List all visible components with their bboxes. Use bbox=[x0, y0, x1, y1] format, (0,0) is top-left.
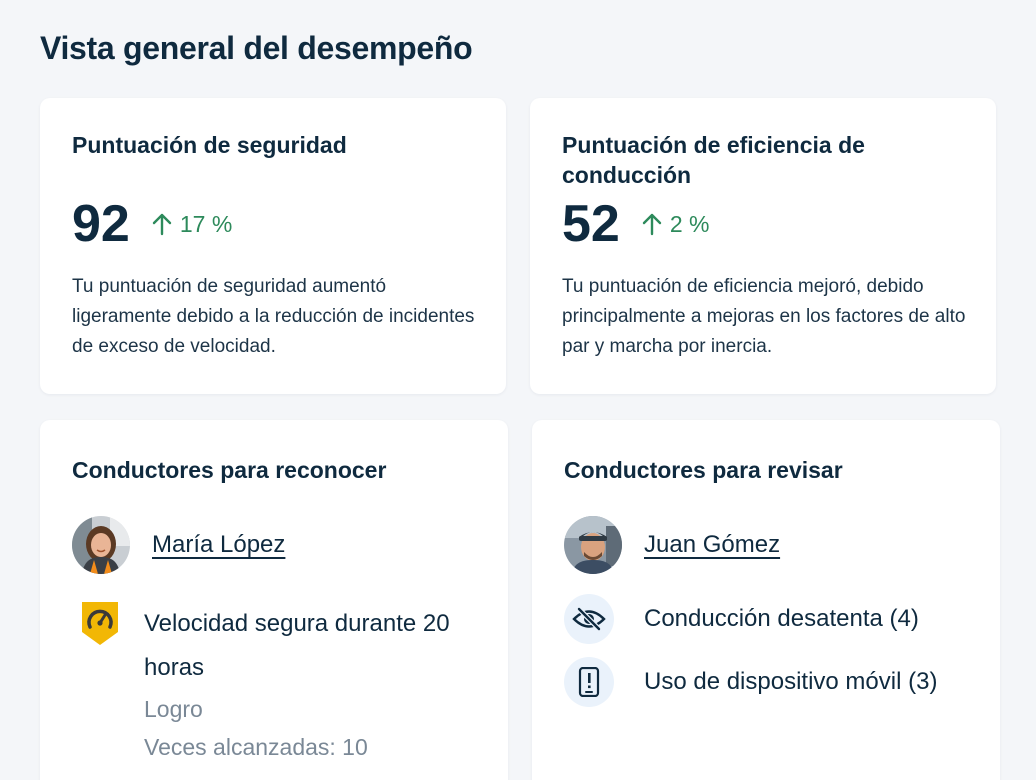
efficiency-score-description: Tu puntuación de eficiencia mejoró, debi… bbox=[562, 276, 966, 357]
efficiency-score-title: Puntuación de eficiencia de conducción bbox=[562, 132, 865, 188]
eye-slash-icon bbox=[564, 594, 614, 644]
driver-name-link[interactable]: Juan Gómez bbox=[644, 531, 780, 559]
avatar bbox=[72, 516, 130, 574]
issue-label: Uso de dispositivo móvil (3) bbox=[644, 668, 938, 695]
achievement-type: Logro bbox=[144, 696, 203, 722]
efficiency-score-change: 2 % bbox=[669, 210, 710, 237]
achievement-count: Veces alcanzadas: 10 bbox=[144, 734, 368, 760]
achievement: Velocidad segura durante 20 horas Logro … bbox=[80, 602, 454, 766]
safety-score-row: 92 17 % bbox=[72, 196, 232, 252]
efficiency-score-card: Puntuación de eficiencia de conducción 5… bbox=[530, 98, 996, 394]
avatar bbox=[564, 516, 622, 574]
safety-score-title: Puntuación de seguridad bbox=[72, 132, 347, 158]
safety-score-card: Puntuación de seguridad 92 17 % Tu puntu… bbox=[40, 98, 506, 394]
recognize-driver-row: María López bbox=[72, 516, 285, 574]
arrow-up-icon bbox=[642, 213, 662, 236]
efficiency-score-trend: 2 % bbox=[642, 210, 710, 238]
review-driver-row: Juan Gómez bbox=[564, 516, 780, 574]
drivers-to-review-card: Conductores para revisar Juan Gómez Cond… bbox=[532, 420, 1000, 780]
driver-name-link[interactable]: María López bbox=[152, 531, 285, 559]
drivers-to-recognize-title: Conductores para reconocer bbox=[72, 457, 387, 483]
issue-row-inattentive-driving: Conducción desatenta (4) bbox=[564, 594, 919, 644]
safety-score-description: Tu puntuación de seguridad aumentó liger… bbox=[72, 276, 475, 357]
drivers-to-recognize-card: Conductores para reconocer María López V… bbox=[40, 420, 508, 780]
speedometer-badge-icon bbox=[82, 602, 118, 645]
safety-score-change: 17 % bbox=[179, 210, 233, 237]
safety-score-trend: 17 % bbox=[152, 211, 232, 238]
issue-row-mobile-usage: Uso de dispositivo móvil (3) bbox=[564, 657, 937, 707]
arrow-up-icon bbox=[152, 213, 172, 236]
drivers-to-review-title: Conductores para revisar bbox=[564, 457, 843, 483]
safety-score-value: 92 bbox=[72, 195, 130, 253]
mobile-alert-icon bbox=[564, 657, 614, 707]
achievement-title: Velocidad segura durante 20 horas bbox=[144, 610, 450, 681]
page-title: Vista general del desempeño bbox=[40, 30, 473, 66]
issue-label: Conducción desatenta (4) bbox=[644, 605, 919, 632]
efficiency-score-row: 52 2 % bbox=[562, 196, 709, 252]
achievement-details: Velocidad segura durante 20 horas Logro … bbox=[144, 602, 454, 766]
efficiency-score-value: 52 bbox=[562, 195, 620, 253]
